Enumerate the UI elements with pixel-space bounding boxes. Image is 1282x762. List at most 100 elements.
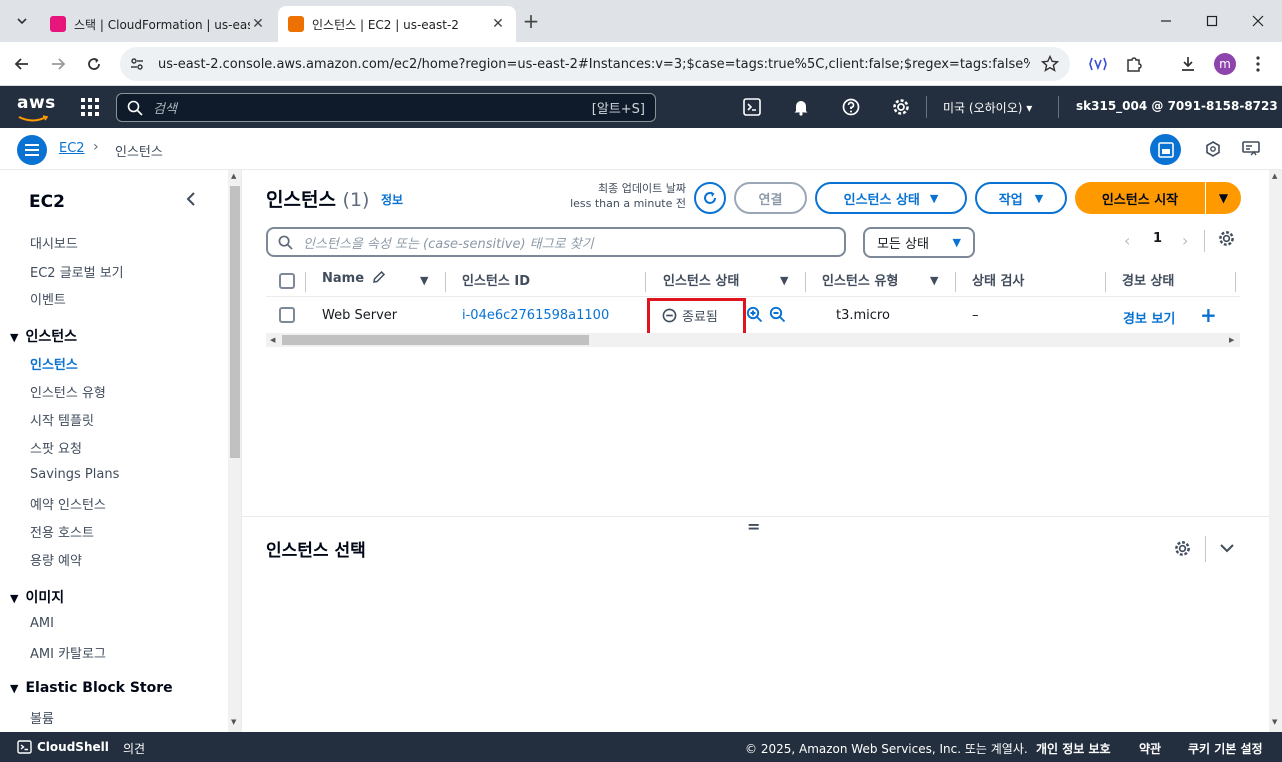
services-grid-icon[interactable] — [81, 98, 99, 116]
close-tab-icon[interactable]: ✕ — [250, 16, 266, 32]
sidebar-item-spot-requests[interactable]: 스팟 요청 — [30, 438, 82, 457]
cloudshell-button[interactable]: CloudShell — [17, 740, 109, 754]
refresh-button[interactable] — [694, 182, 726, 214]
aws-logo[interactable]: aws — [17, 93, 56, 113]
instances-filter-input[interactable]: 인스턴스을 속성 또는 (case-sensitive) 태그로 찾기 — [266, 227, 846, 257]
sidebar-item-ami-catalog[interactable]: AMI 카탈로그 — [30, 643, 106, 662]
address-bar[interactable]: us-east-2.console.aws.amazon.com/ec2/hom… — [120, 47, 1070, 81]
scroll-up-arrow-icon[interactable]: ▲ — [1272, 172, 1277, 180]
sidebar-section-instances[interactable]: ▼ 인스턴스 — [10, 326, 77, 346]
split-panel-toggle-icon[interactable] — [1150, 134, 1181, 165]
browser-menu-kebab-icon[interactable] — [1244, 50, 1272, 78]
zoom-in-icon[interactable] — [746, 306, 763, 323]
scroll-down-arrow-icon[interactable]: ▼ — [1272, 718, 1277, 726]
launch-instances-button[interactable]: 인스턴스 시작 — [1075, 182, 1205, 214]
sidebar-section-ebs[interactable]: ▼ Elastic Block Store — [10, 680, 173, 696]
sidebar-item-dashboard[interactable]: 대시보드 — [30, 233, 78, 252]
sidebar-scrollbar-thumb[interactable] — [230, 186, 240, 458]
column-header-instance-state[interactable]: 인스턴스 상태 — [663, 270, 739, 289]
sidebar-item-instances[interactable]: 인스턴스 — [30, 354, 78, 373]
maximize-window-icon[interactable] — [1198, 7, 1226, 35]
table-scrollbar-thumb[interactable] — [282, 335, 589, 345]
next-page-chevron-icon[interactable]: › — [1182, 231, 1188, 250]
sidebar-scrollbar[interactable]: ▲ ▼ — [228, 170, 242, 732]
terms-link[interactable]: 약관 — [1139, 740, 1161, 757]
zoom-out-icon[interactable] — [769, 306, 786, 323]
sidebar-item-capacity-reservations[interactable]: 용량 예약 — [30, 550, 82, 569]
hexagon-resources-icon[interactable] — [1205, 141, 1221, 157]
browser-tab-cloudformation[interactable]: 스택 | CloudFormation | us-eas ✕ — [40, 6, 276, 42]
instance-id-link[interactable]: i-04e6c2761598a1100 — [462, 308, 609, 323]
browser-tab-ec2[interactable]: 인스턴스 | EC2 | us-east-2 ✕ — [278, 6, 516, 42]
extensions-puzzle-icon[interactable] — [1120, 50, 1148, 78]
sort-caret-down-icon[interactable]: ▼ — [780, 274, 788, 287]
scroll-right-arrow-icon[interactable]: ▶ — [1229, 336, 1234, 344]
collapse-sidebar-chevron-left-icon[interactable] — [186, 192, 196, 206]
account-menu[interactable]: sk315_004 @ 7091-8158-8723 ▾ — [1076, 99, 1282, 113]
view-alarms-link[interactable]: 경보 보기 — [1123, 308, 1175, 327]
column-header-instance-type[interactable]: 인스턴스 유형 — [822, 270, 898, 289]
sidebar-item-ami[interactable]: AMI — [30, 616, 54, 631]
extension-wave-icon[interactable] — [1084, 50, 1112, 78]
sidebar-item-instance-types[interactable]: 인스턴스 유형 — [30, 382, 106, 401]
add-alarm-plus-icon[interactable]: + — [1200, 303, 1217, 327]
column-header-name[interactable]: Name — [322, 270, 386, 286]
help-question-icon[interactable] — [842, 98, 860, 116]
tutorial-panel-icon[interactable] — [1242, 141, 1260, 157]
hamburger-menu-icon[interactable] — [17, 135, 47, 165]
bookmark-star-icon[interactable] — [1030, 55, 1070, 73]
aws-search-input[interactable]: 검색 [알트+S] — [116, 93, 656, 122]
breadcrumb-ec2-link[interactable]: EC2 — [59, 141, 85, 156]
table-preferences-gear-icon[interactable] — [1218, 230, 1235, 247]
forward-arrow-icon[interactable] — [44, 50, 72, 78]
profile-avatar[interactable]: m — [1214, 53, 1236, 75]
row-checkbox[interactable] — [279, 307, 295, 323]
sort-caret-down-icon[interactable]: ▼ — [420, 274, 428, 287]
main-vertical-scrollbar[interactable]: ▲ ▼ — [1269, 170, 1282, 732]
collapse-panel-chevron-down-icon[interactable] — [1220, 543, 1234, 553]
info-link[interactable]: 정보 — [381, 191, 403, 208]
launch-dropdown-caret-icon[interactable]: ▼ — [1206, 182, 1241, 214]
actions-button[interactable]: 작업 ▼ — [975, 182, 1067, 214]
site-info-icon[interactable] — [120, 56, 154, 72]
cookie-preferences-link[interactable]: 쿠키 기본 설정 — [1188, 740, 1263, 757]
close-window-icon[interactable] — [1244, 7, 1272, 35]
column-header-status-check[interactable]: 상태 검사 — [972, 270, 1024, 289]
select-all-checkbox[interactable] — [279, 273, 295, 289]
new-tab-plus-icon[interactable]: + — [517, 7, 545, 35]
sidebar-item-dedicated-hosts[interactable]: 전용 호스트 — [30, 522, 94, 541]
split-panel-settings-gear-icon[interactable] — [1174, 540, 1191, 557]
minimize-window-icon[interactable] — [1152, 7, 1180, 35]
sidebar-item-volumes[interactable]: 볼륨 — [30, 708, 54, 727]
download-icon[interactable] — [1174, 50, 1202, 78]
sort-caret-down-icon[interactable]: ▼ — [930, 274, 938, 287]
connect-button[interactable]: 연결 — [734, 182, 807, 214]
previous-page-chevron-icon[interactable]: ‹ — [1124, 231, 1130, 250]
state-filter-select[interactable]: 모든 상태 ▼ — [863, 227, 975, 258]
sidebar-item-savings-plans[interactable]: Savings Plans — [30, 467, 119, 482]
region-selector[interactable]: 미국 (오하이오) ▾ — [943, 99, 1032, 116]
cloudshell-terminal-icon[interactable] — [743, 98, 761, 116]
current-page[interactable]: 1 — [1153, 231, 1162, 246]
privacy-link[interactable]: 개인 정보 보호 — [1036, 740, 1111, 757]
tab-list-chevron-icon[interactable] — [8, 7, 36, 35]
scroll-down-arrow-icon[interactable]: ▼ — [231, 718, 236, 726]
sidebar-item-reserved-instances[interactable]: 예약 인스턴스 — [30, 494, 106, 513]
settings-gear-icon[interactable] — [892, 98, 910, 116]
scroll-left-arrow-icon[interactable]: ◀ — [270, 336, 275, 344]
column-header-instance-id[interactable]: 인스턴스 ID — [462, 270, 530, 289]
feedback-link[interactable]: 의견 — [123, 740, 145, 757]
back-arrow-icon[interactable] — [8, 50, 36, 78]
reload-icon[interactable] — [80, 50, 108, 78]
split-panel-resize-handle[interactable]: = — [747, 517, 760, 536]
table-horizontal-scrollbar[interactable]: ◀ ▶ — [266, 333, 1240, 347]
notifications-bell-icon[interactable] — [792, 98, 810, 116]
sidebar-item-global-view[interactable]: EC2 글로벌 보기 — [30, 262, 124, 281]
sidebar-item-events[interactable]: 이벤트 — [30, 289, 66, 308]
close-tab-icon[interactable]: ✕ — [490, 16, 506, 32]
instance-state-button[interactable]: 인스턴스 상태 ▼ — [815, 182, 967, 214]
sidebar-item-launch-templates[interactable]: 시작 템플릿 — [30, 410, 94, 429]
sidebar-section-images[interactable]: ▼ 이미지 — [10, 587, 64, 607]
scroll-up-arrow-icon[interactable]: ▲ — [231, 172, 236, 180]
column-header-alarm-status[interactable]: 경보 상태 — [1122, 270, 1174, 289]
